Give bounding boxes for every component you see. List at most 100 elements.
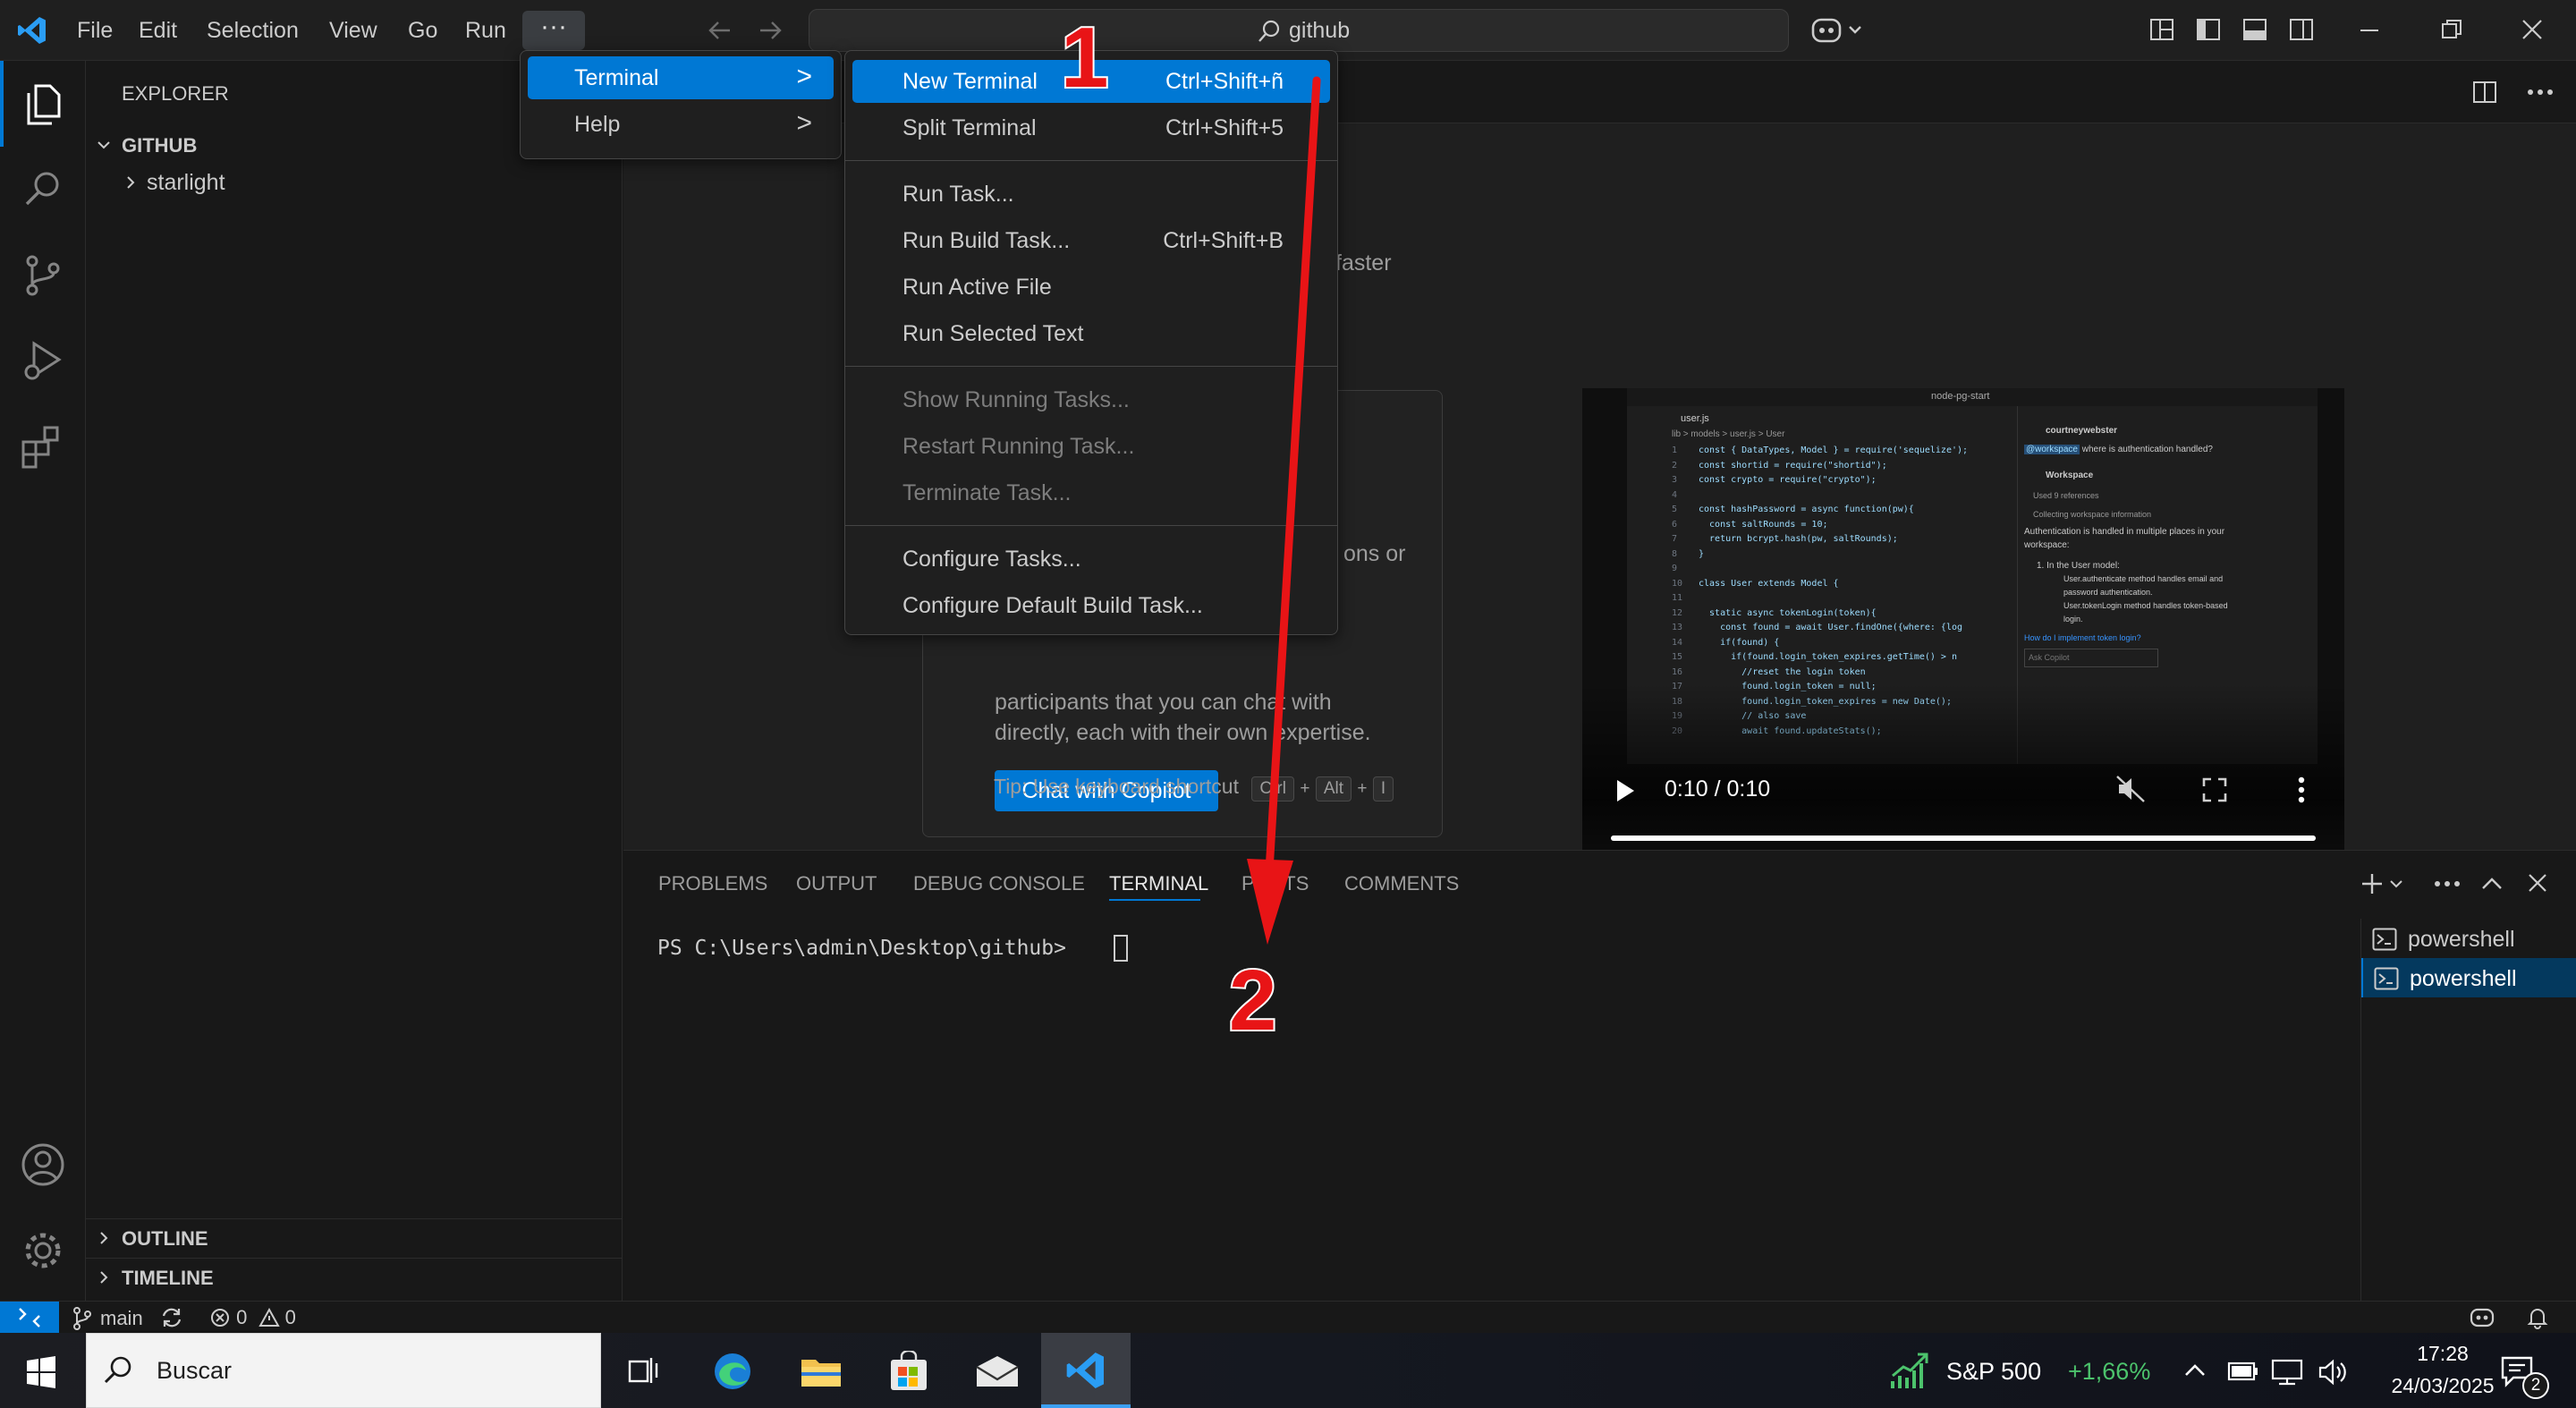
microsoft-store-icon[interactable] <box>887 1351 930 1392</box>
activity-bar <box>0 61 86 1301</box>
kbd-plus: + <box>1300 779 1310 798</box>
toggle-panel-icon[interactable] <box>2241 16 2268 43</box>
kbd-key: Ctrl <box>1251 776 1294 802</box>
demo-video-player[interactable]: node-pg-start user.js lib > models > use… <box>1582 388 2344 877</box>
file-explorer-icon[interactable] <box>800 1354 843 1390</box>
menu-run[interactable]: Run <box>465 14 506 47</box>
source-control-icon[interactable] <box>18 250 68 301</box>
menu-selection[interactable]: Selection <box>207 14 299 47</box>
explorer-icon[interactable] <box>18 79 68 129</box>
more-menu-button[interactable]: ··· <box>522 11 585 50</box>
menu-item-label: Terminate Task... <box>902 480 1072 505</box>
terminal-list-item[interactable]: powershell <box>2361 919 2576 958</box>
menu-go[interactable]: Go <box>408 14 437 47</box>
task-view-icon[interactable] <box>626 1354 660 1387</box>
video-more-icon[interactable] <box>2296 776 2307 803</box>
tab-terminal[interactable]: TERMINAL <box>1109 872 1208 895</box>
thumb-line-text: const found = await User.findOne({where:… <box>1699 623 1963 632</box>
menu-item-split-terminal[interactable]: Split Terminal Ctrl+Shift+5 <box>852 106 1330 149</box>
tab-problems[interactable]: PROBLEMS <box>658 872 767 895</box>
taskbar-search-box[interactable]: Buscar <box>86 1333 601 1408</box>
tab-output[interactable]: OUTPUT <box>796 872 877 895</box>
network-icon[interactable] <box>2270 1358 2304 1387</box>
battery-icon[interactable] <box>2227 1360 2259 1383</box>
restore-icon[interactable] <box>2440 18 2463 41</box>
chevron-right-icon[interactable] <box>122 174 140 191</box>
menu-view[interactable]: View <box>329 14 377 47</box>
search-activity-icon[interactable] <box>18 165 68 215</box>
tab-debug-console[interactable]: DEBUG CONSOLE <box>913 872 1085 895</box>
thumb-line-text: if(found.login_token_expires.getTime() >… <box>1699 652 1957 662</box>
timeline-section-header[interactable]: TIMELINE <box>122 1267 214 1290</box>
fullscreen-icon[interactable] <box>2201 776 2228 803</box>
tab-comments[interactable]: COMMENTS <box>1344 872 1459 895</box>
run-debug-icon[interactable] <box>18 336 68 386</box>
chevron-up-icon[interactable] <box>2182 1360 2207 1381</box>
panel-more-icon[interactable] <box>2434 879 2461 888</box>
menu-item-run-selected-text[interactable]: Run Selected Text <box>852 312 1330 355</box>
sync-icon[interactable] <box>159 1306 184 1329</box>
chevron-right-icon[interactable] <box>95 1229 113 1247</box>
tree-item-starlight[interactable]: starlight <box>147 170 225 196</box>
thumb-line-number: 11 <box>1672 593 1683 603</box>
play-icon[interactable] <box>1614 778 1636 803</box>
terminal-prompt[interactable]: PS C:\Users\admin\Desktop\github> <box>657 937 1066 960</box>
maximize-panel-icon[interactable] <box>2480 874 2504 894</box>
volume-icon[interactable] <box>2317 1358 2349 1387</box>
toggle-sidebar-icon[interactable] <box>2195 16 2222 43</box>
chevron-down-icon[interactable] <box>95 136 113 154</box>
command-center-search[interactable]: github <box>809 9 1789 52</box>
thumb-code-line: 13 const found = await User.findOne({whe… <box>1672 621 2012 636</box>
accounts-icon[interactable] <box>18 1140 68 1190</box>
chevron-right-icon[interactable] <box>95 1268 113 1286</box>
menu-item-terminal[interactable]: Terminal > <box>528 56 834 99</box>
vscode-taskbar-item[interactable] <box>1041 1333 1131 1408</box>
thumb-chat-panel: courtneywebster @workspace where is auth… <box>2024 424 2310 667</box>
notifications-bell-icon[interactable] <box>2526 1306 2549 1329</box>
mail-icon[interactable] <box>975 1354 1020 1388</box>
toggle-secondary-sidebar-icon[interactable] <box>2288 16 2315 43</box>
back-arrow-icon[interactable] <box>707 18 733 43</box>
minimize-icon[interactable] <box>2358 20 2381 41</box>
thumb-code-line: 15 if(found.login_token_expires.getTime(… <box>1672 650 2012 666</box>
terminal-list-item-active[interactable]: powershell <box>2361 958 2576 997</box>
tab-ports[interactable]: PORTS <box>1241 872 1309 895</box>
outline-section-header[interactable]: OUTLINE <box>122 1227 208 1251</box>
menu-file[interactable]: File <box>77 14 113 47</box>
stock-name: S&P 500 <box>1946 1358 2042 1385</box>
customize-layout-icon[interactable] <box>2148 16 2175 43</box>
thumb-code-line: 7 return bcrypt.hash(pw, saltRounds); <box>1672 532 2012 547</box>
problems-status[interactable]: 0 0 <box>209 1305 296 1330</box>
menu-item-run-task[interactable]: Run Task... <box>852 173 1330 216</box>
stocks-widget[interactable]: S&P 500 +1,66% <box>1889 1351 2157 1392</box>
branch-name[interactable]: main <box>100 1307 143 1330</box>
windows-start-icon[interactable] <box>25 1356 57 1388</box>
menu-item-configure-tasks[interactable]: Configure Tasks... <box>852 538 1330 581</box>
menu-item-help[interactable]: Help > <box>528 103 834 146</box>
more-actions-icon[interactable] <box>2527 86 2554 98</box>
close-panel-icon[interactable] <box>2527 872 2548 894</box>
forward-arrow-icon[interactable] <box>757 18 784 43</box>
kbd-plus: + <box>1357 779 1368 798</box>
copilot-status-icon[interactable] <box>2469 1306 2496 1329</box>
remote-indicator[interactable] <box>0 1302 59 1334</box>
new-terminal-icon[interactable] <box>2360 872 2407 895</box>
menu-item-run-active-file[interactable]: Run Active File <box>852 266 1330 309</box>
manage-gear-icon[interactable] <box>18 1226 68 1276</box>
split-editor-icon[interactable] <box>2471 79 2498 106</box>
thumb-chat-collect: Collecting workspace information <box>2033 510 2152 519</box>
workspace-folder-header[interactable]: GITHUB <box>122 134 197 157</box>
mute-icon[interactable] <box>2115 775 2146 803</box>
welcome-description-line1: participants that you can chat with <box>995 690 1332 715</box>
annotation-number-2: 2 <box>1227 951 1278 1050</box>
menu-item-run-build-task[interactable]: Run Build Task... Ctrl+Shift+B <box>852 219 1330 262</box>
thumb-chat-sub: login. <box>2063 615 2083 623</box>
menu-item-configure-default-build-task[interactable]: Configure Default Build Task... <box>852 584 1330 627</box>
edge-browser-icon[interactable] <box>712 1351 753 1392</box>
video-progress-track[interactable] <box>1611 835 2316 841</box>
close-window-icon[interactable] <box>2521 18 2544 41</box>
copilot-icon[interactable] <box>1810 14 1866 47</box>
extensions-icon[interactable] <box>18 422 68 472</box>
clock-time[interactable]: 17:28 <box>2394 1342 2492 1366</box>
menu-edit[interactable]: Edit <box>139 14 177 47</box>
